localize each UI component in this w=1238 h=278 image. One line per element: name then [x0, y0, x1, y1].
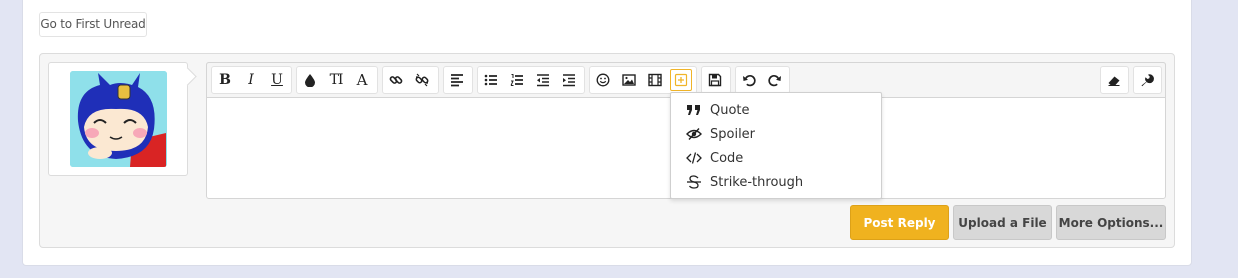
code-icon: [685, 151, 703, 165]
font-size-button[interactable]: TI: [323, 67, 349, 93]
strikethrough-icon: [685, 175, 703, 189]
eye-slash-icon: [685, 127, 703, 141]
toolbar-group-draft: [701, 66, 731, 94]
menu-item-label: Strike-through: [710, 174, 804, 190]
avatar-frame: [48, 62, 188, 176]
redo-icon[interactable]: [762, 67, 788, 93]
text-color-icon[interactable]: [297, 67, 323, 93]
quote-icon: [685, 103, 703, 117]
eraser-icon[interactable]: [1101, 67, 1127, 93]
toolbar-group-insert: [589, 66, 697, 94]
toolbar-group-history: [735, 66, 790, 94]
unlink-icon[interactable]: [409, 67, 435, 93]
indent-icon[interactable]: [556, 67, 582, 93]
insert-dropdown-menu: Quote Spoiler Code Strike-through: [670, 92, 882, 199]
align-left-icon[interactable]: [444, 67, 470, 93]
font-family-button[interactable]: A: [349, 67, 375, 93]
toolbar-group-settings: [1133, 66, 1162, 94]
insert-menu-plus-icon[interactable]: [670, 69, 692, 91]
menu-item-spoiler[interactable]: Spoiler: [685, 124, 755, 144]
menu-item-label: Code: [710, 150, 744, 166]
toolbar-group-text: TI A: [296, 66, 378, 94]
menu-item-label: Spoiler: [710, 126, 756, 142]
underline-button[interactable]: U: [264, 67, 290, 93]
media-icon[interactable]: [642, 67, 668, 93]
toolbar-group-list: [477, 66, 585, 94]
bold-button[interactable]: B: [212, 67, 238, 93]
outdent-icon[interactable]: [530, 67, 556, 93]
wrench-icon[interactable]: [1134, 67, 1160, 93]
toolbar-group-clear: [1100, 66, 1129, 94]
save-draft-icon[interactable]: [702, 67, 728, 93]
image-icon[interactable]: [616, 67, 642, 93]
undo-icon[interactable]: [736, 67, 762, 93]
menu-item-strike-through[interactable]: Strike-through: [685, 172, 803, 192]
upload-file-button[interactable]: Upload a File: [953, 205, 1052, 240]
toolbar-group-link: [382, 66, 439, 94]
bullet-list-icon[interactable]: [478, 67, 504, 93]
italic-button[interactable]: I: [238, 67, 264, 93]
post-reply-button[interactable]: Post Reply: [850, 205, 949, 240]
link-icon[interactable]: [383, 67, 409, 93]
smiley-icon[interactable]: [590, 67, 616, 93]
toolbar-group-align: [443, 66, 473, 94]
menu-item-code[interactable]: Code: [685, 148, 743, 168]
toolbar-group-format: B I U: [211, 66, 292, 94]
more-options-button[interactable]: More Options...: [1056, 205, 1166, 240]
menu-item-quote[interactable]: Quote: [685, 100, 750, 120]
go-to-first-unread-button[interactable]: Go to First Unread: [39, 12, 147, 37]
menu-item-label: Quote: [710, 102, 750, 118]
numbered-list-icon[interactable]: [504, 67, 530, 93]
avatar[interactable]: [70, 71, 167, 167]
